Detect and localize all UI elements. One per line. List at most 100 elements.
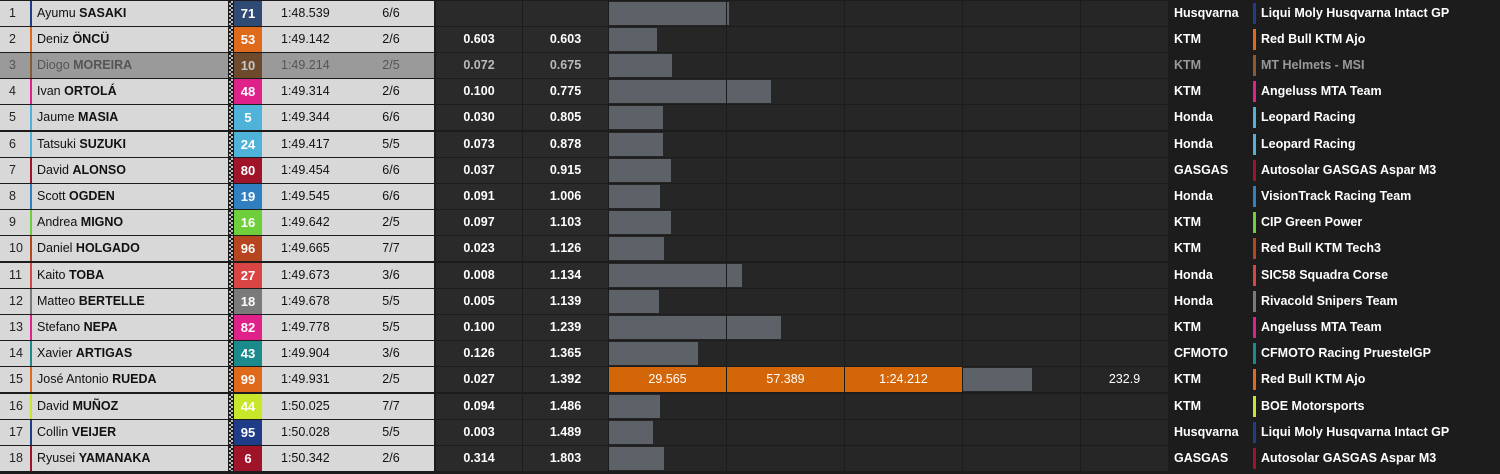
sector-4-cell xyxy=(963,393,1080,419)
top-speed: 232.9 xyxy=(1081,367,1168,393)
team-color-strip xyxy=(30,131,32,157)
team-name: Red Bull KTM Ajo xyxy=(1253,367,1500,393)
rider-last-name: BERTELLE xyxy=(78,293,145,308)
sector-2-cell xyxy=(727,105,844,131)
sector-2-cell xyxy=(727,0,844,26)
team-name: Autosolar GASGAS Aspar M3 xyxy=(1253,445,1500,471)
rider-name[interactable]: Ryusei YAMANAKA xyxy=(30,445,228,471)
flag-pattern xyxy=(229,26,233,52)
rider-name[interactable]: Collin VEIJER xyxy=(30,419,228,445)
team-color-bar xyxy=(1253,159,1256,181)
rider-name[interactable]: Ayumu SASAKI xyxy=(30,0,228,26)
rider-number-badge: 10 xyxy=(234,52,262,78)
table-row[interactable]: 12 Matteo BERTELLE 18 1:49.678 5/5 0.005 1.139… xyxy=(0,288,1500,314)
laps-count: 5/5 xyxy=(348,288,434,314)
table-row[interactable]: 1 Ayumu SASAKI 71 1:48.539 6/6 Husqvarna Liqui… xyxy=(0,0,1500,26)
team-color-bar xyxy=(1253,107,1256,129)
position-cell: 12 xyxy=(0,288,30,314)
rider-name[interactable]: Daniel HOLGADO xyxy=(30,236,228,262)
team-color-strip xyxy=(30,262,32,288)
rider-name[interactable]: José Antonio RUEDA xyxy=(30,367,228,393)
table-row[interactable]: 11 Kaito TOBA 27 1:49.673 3/6 0.008 1.134 Honda… xyxy=(0,262,1500,288)
table-row[interactable]: 15 José Antonio RUEDA 99 1:49.931 2/5 0.027 1.… xyxy=(0,367,1500,393)
manufacturer: GASGAS xyxy=(1168,445,1253,471)
rider-last-name: SASAKI xyxy=(79,5,127,20)
rider-last-name: SUZUKI xyxy=(79,136,126,151)
rider-name[interactable]: Matteo BERTELLE xyxy=(30,288,228,314)
rider-last-name: YAMANAKA xyxy=(78,450,151,465)
position-cell: 14 xyxy=(0,341,30,367)
position-cell: 17 xyxy=(0,419,30,445)
gap-to-previous: 0.314 xyxy=(436,445,522,471)
rider-name[interactable]: Jaume MASIA xyxy=(30,105,228,131)
sector-2-cell xyxy=(727,236,844,262)
table-row[interactable]: 3 Diogo MOREIRA 10 1:49.214 2/5 0.072 0.675 KTM… xyxy=(0,52,1500,78)
position-cell: 7 xyxy=(0,157,30,183)
table-row[interactable]: 14 Xavier ARTIGAS 43 1:49.904 3/6 0.126 1.365 C… xyxy=(0,341,1500,367)
table-row[interactable]: 2 Deniz ÖNCÜ 53 1:49.142 2/6 0.603 0.603 KTM Red… xyxy=(0,26,1500,52)
gap-to-previous: 0.003 xyxy=(436,419,522,445)
team-name: Leopard Racing xyxy=(1253,131,1500,157)
team-color-strip xyxy=(30,210,32,236)
sector-4-cell xyxy=(963,445,1080,471)
top-speed xyxy=(1081,183,1168,209)
sector-3-cell xyxy=(845,341,962,367)
rider-name[interactable]: Deniz ÖNCÜ xyxy=(30,26,228,52)
position-cell: 13 xyxy=(0,314,30,340)
flag-pattern xyxy=(229,131,233,157)
rider-name[interactable]: Scott OGDEN xyxy=(30,183,228,209)
rider-last-name: MIGNO xyxy=(80,215,124,230)
rider-last-name: MUÑOZ xyxy=(72,398,119,413)
sector-4-cell xyxy=(963,157,1080,183)
rider-name[interactable]: Diogo MOREIRA xyxy=(30,52,228,78)
team-label: Autosolar GASGAS Aspar M3 xyxy=(1261,162,1437,177)
rider-name[interactable]: Kaito TOBA xyxy=(30,262,228,288)
manufacturer: GASGAS xyxy=(1168,157,1253,183)
team-color-strip xyxy=(30,445,32,471)
table-row[interactable]: 18 Ryusei YAMANAKA 6 1:50.342 2/6 0.314 1.803 G… xyxy=(0,445,1500,471)
sector-3-cell xyxy=(845,445,962,471)
laps-count: 5/5 xyxy=(348,419,434,445)
rider-name[interactable]: Ivan ORTOLÁ xyxy=(30,79,228,105)
sector-1-cell xyxy=(609,26,726,52)
table-row[interactable]: 7 David ALONSO 80 1:49.454 6/6 0.037 0.915 GASG… xyxy=(0,157,1500,183)
table-row[interactable]: 4 Ivan ORTOLÁ 48 1:49.314 2/6 0.100 0.775 KTM An… xyxy=(0,79,1500,105)
best-lap-time: 1:49.545 xyxy=(262,183,348,209)
rider-first-name: Kaito xyxy=(37,267,69,282)
manufacturer: Honda xyxy=(1168,131,1253,157)
team-label: Red Bull KTM Ajo xyxy=(1261,31,1366,46)
table-row[interactable]: 8 Scott OGDEN 19 1:49.545 6/6 0.091 1.006 Honda… xyxy=(0,183,1500,209)
table-row[interactable]: 9 Andrea MIGNO 16 1:49.642 2/5 0.097 1.103 KTM C… xyxy=(0,210,1500,236)
team-color-strip xyxy=(30,183,32,209)
rider-name[interactable]: Andrea MIGNO xyxy=(30,210,228,236)
team-label: Leopard Racing xyxy=(1261,136,1356,151)
rider-name[interactable]: Stefano NEPA xyxy=(30,314,228,340)
gap-to-leader: 0.675 xyxy=(523,52,608,78)
rider-name[interactable]: Xavier ARTIGAS xyxy=(30,341,228,367)
position-cell: 5 xyxy=(0,105,30,131)
top-speed xyxy=(1081,157,1168,183)
best-lap-time: 1:49.214 xyxy=(262,52,348,78)
team-name: SIC58 Squadra Corse xyxy=(1253,262,1500,288)
rider-first-name: Scott xyxy=(37,188,69,203)
gap-to-previous: 0.005 xyxy=(436,288,522,314)
best-lap-time: 1:50.342 xyxy=(262,445,348,471)
best-lap-time: 1:49.314 xyxy=(262,79,348,105)
rider-name[interactable]: Tatsuki SUZUKI xyxy=(30,131,228,157)
sector-2-cell xyxy=(727,183,844,209)
table-row[interactable]: 13 Stefano NEPA 82 1:49.778 5/5 0.100 1.239 KTM… xyxy=(0,314,1500,340)
sector-2-cell xyxy=(727,419,844,445)
sector-progress-bar xyxy=(727,80,771,104)
rider-name[interactable]: David ALONSO xyxy=(30,157,228,183)
table-row[interactable]: 16 David MUÑOZ 44 1:50.025 7/7 0.094 1.486 KTM B… xyxy=(0,393,1500,419)
table-row[interactable]: 17 Collin VEIJER 95 1:50.028 5/5 0.003 1.489 Hu… xyxy=(0,419,1500,445)
rider-number-badge: 99 xyxy=(234,367,262,393)
rider-name[interactable]: David MUÑOZ xyxy=(30,393,228,419)
sector-1-cell xyxy=(609,288,726,314)
gap-to-previous: 0.091 xyxy=(436,183,522,209)
table-row[interactable]: 10 Daniel HOLGADO 96 1:49.665 7/7 0.023 1.126 K… xyxy=(0,236,1500,262)
table-row[interactable]: 6 Tatsuki SUZUKI 24 1:49.417 5/5 0.073 0.878 Ho… xyxy=(0,131,1500,157)
sector-progress-bar xyxy=(963,368,1032,392)
position-cell: 16 xyxy=(0,393,30,419)
table-row[interactable]: 5 Jaume MASIA 5 1:49.344 6/6 0.030 0.805 Honda L… xyxy=(0,105,1500,131)
